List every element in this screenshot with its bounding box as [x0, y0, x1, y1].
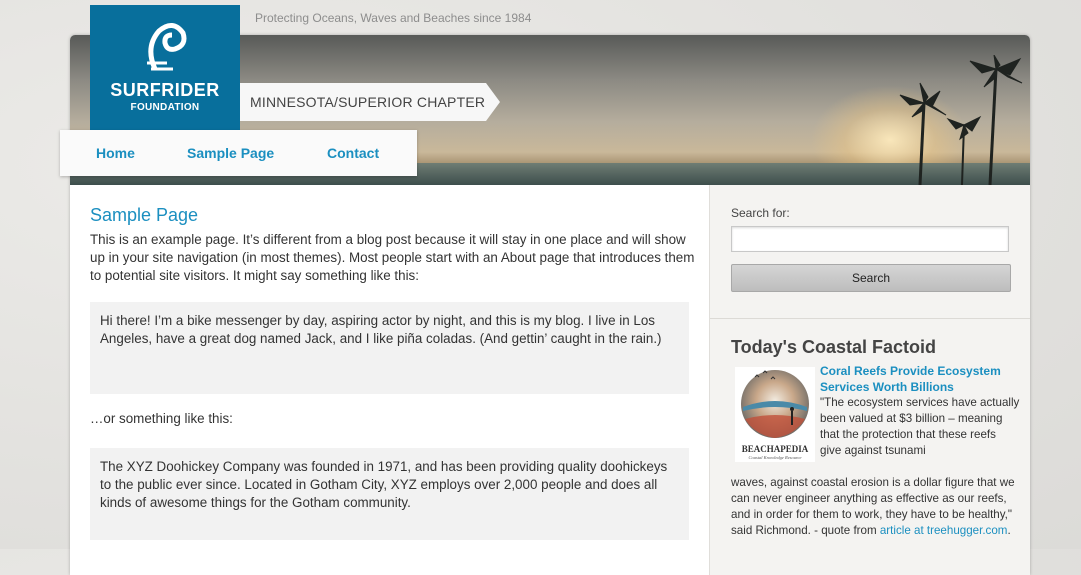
nav-item-contact[interactable]: Contact — [327, 145, 379, 161]
chapter-ribbon: MINNESOTA/SUPERIOR CHAPTER — [240, 83, 500, 121]
logo-text-foundation: FOUNDATION — [130, 102, 200, 113]
main-nav: Home Sample Page Contact — [60, 130, 417, 176]
palm-trees-icon — [899, 55, 1023, 185]
factoid-text-part2: waves, against coastal erosion is a doll… — [731, 475, 1021, 539]
blockquote-1: Hi there! I’m a bike messenger by day, a… — [90, 302, 689, 394]
factoid-text-end: . — [1007, 524, 1011, 537]
factoid-title-link[interactable]: Coral Reefs Provide Ecosystem Services W… — [820, 363, 1015, 395]
beachapedia-image[interactable]: BEACHAPEDIA Coastal Knowledge Resource — [735, 367, 815, 462]
beachapedia-subtitle: Coastal Knowledge Resource — [748, 455, 801, 460]
surfrider-logo[interactable]: SURFRIDER FOUNDATION — [90, 5, 240, 130]
middle-paragraph: …or something like this: — [90, 411, 233, 426]
nav-item-home[interactable]: Home — [96, 145, 135, 161]
search-label: Search for: — [731, 206, 790, 220]
search-button[interactable]: Search — [731, 264, 1011, 292]
sidebar: Search for: Search Today's Coastal Facto… — [709, 185, 1030, 575]
site-tagline: Protecting Oceans, Waves and Beaches sin… — [255, 11, 532, 25]
factoid-text-part1: "The ecosystem services have actually be… — [820, 396, 1020, 457]
page-title: Sample Page — [90, 205, 199, 225]
factoid-source-link[interactable]: article at treehugger.com — [880, 524, 1008, 537]
chapter-name: MINNESOTA/SUPERIOR CHAPTER — [250, 94, 486, 110]
beachapedia-brand: BEACHAPEDIA — [742, 444, 809, 454]
factoid-heading: Today's Coastal Factoid — [731, 337, 936, 357]
search-input[interactable] — [731, 226, 1009, 252]
beachapedia-globe-icon: BEACHAPEDIA Coastal Knowledge Resource — [741, 370, 809, 460]
logo-text-surfrider: SURFRIDER — [110, 80, 220, 100]
blockquote-2: The XYZ Doohickey Company was founded in… — [90, 448, 689, 540]
sidebar-divider — [710, 318, 1030, 319]
nav-item-sample-page[interactable]: Sample Page — [187, 145, 274, 161]
intro-paragraph: This is an example page. It’s different … — [90, 232, 695, 283]
wave-logo-icon — [147, 23, 187, 71]
